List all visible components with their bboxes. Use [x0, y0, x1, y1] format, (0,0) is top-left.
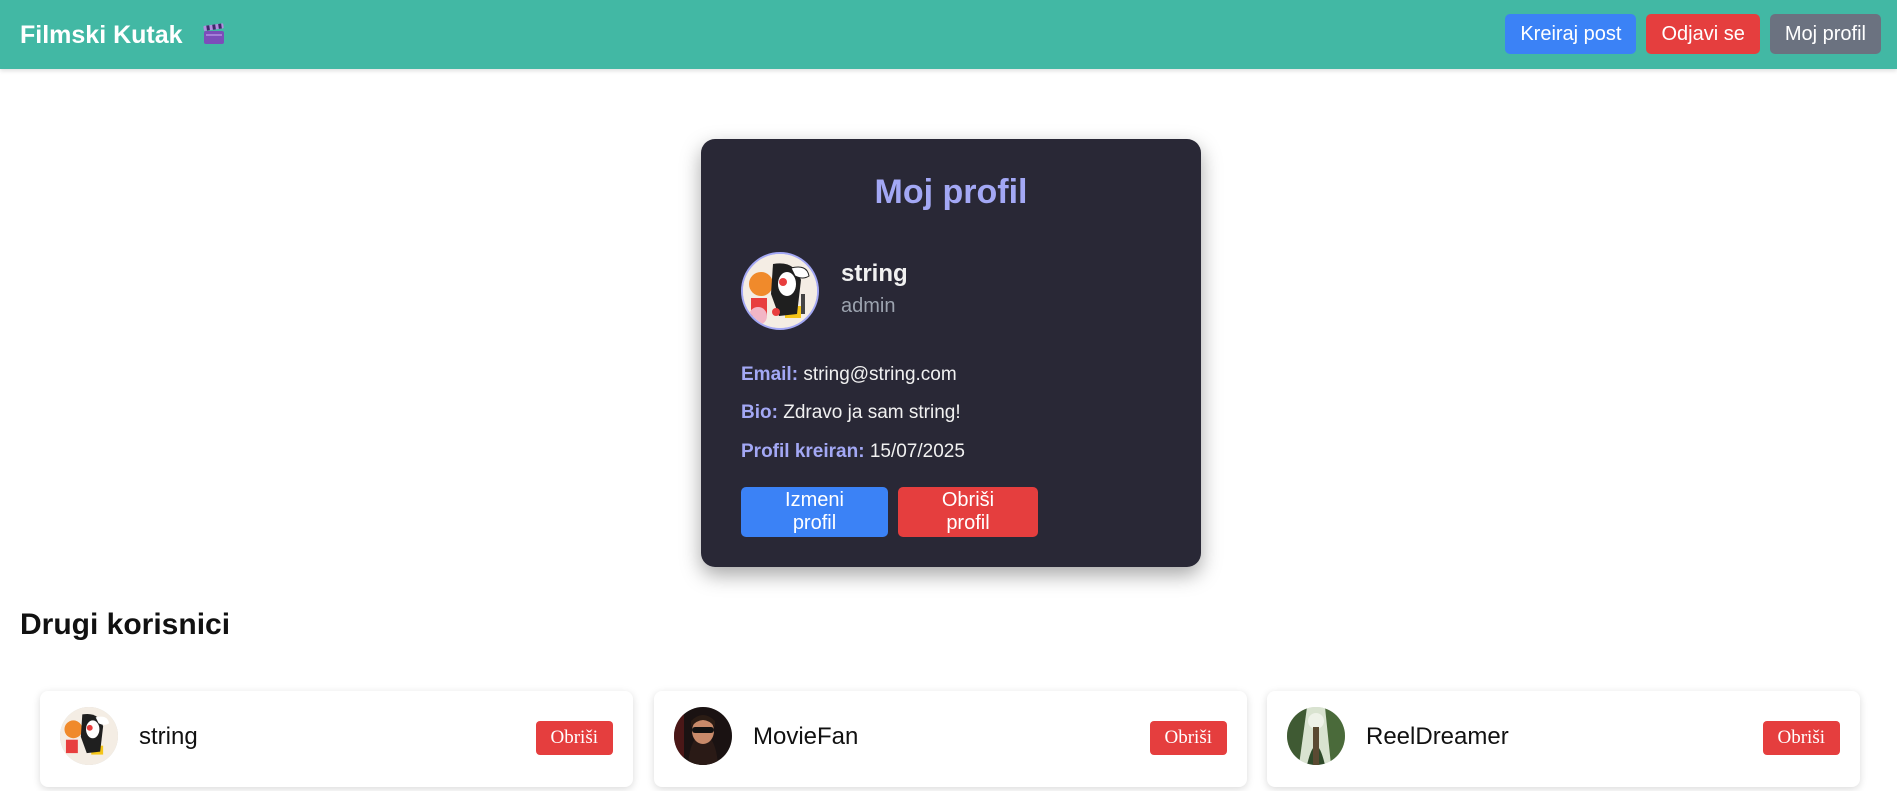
navbar: Filmski Kutak Kreiraj post Odjavi se Moj…	[0, 0, 1897, 69]
email-value: string@string.com	[803, 364, 957, 385]
edit-profile-button[interactable]: Izmeni profil	[741, 487, 888, 537]
user-card: string Obriši	[40, 691, 633, 787]
profile-email-row: Email: string@string.com	[741, 364, 957, 386]
user-avatar	[60, 707, 118, 765]
user-name[interactable]: ReelDreamer	[1366, 723, 1509, 751]
delete-profile-button[interactable]: Obriši profil	[898, 487, 1038, 537]
other-users-title: Drugi korisnici	[20, 608, 231, 641]
profile-created-row: Profil kreiran: 15/07/2025	[741, 441, 965, 463]
logout-button[interactable]: Odjavi se	[1646, 14, 1760, 54]
user-name[interactable]: string	[139, 723, 198, 751]
my-profile-button[interactable]: Moj profil	[1769, 14, 1881, 54]
user-avatar	[674, 707, 732, 765]
clapperboard-icon	[202, 22, 226, 46]
user-name[interactable]: MovieFan	[753, 723, 858, 751]
brand[interactable]: Filmski Kutak	[20, 20, 226, 50]
email-label: Email:	[741, 364, 799, 385]
create-post-button[interactable]: Kreiraj post	[1505, 14, 1637, 54]
profile-bio-row: Bio: Zdravo ja sam string!	[741, 402, 961, 424]
bio-label: Bio:	[741, 402, 778, 423]
user-avatar	[1287, 707, 1345, 765]
delete-user-button[interactable]: Obriši	[1149, 721, 1227, 755]
user-card: MovieFan Obriši	[654, 691, 1247, 787]
created-value: 15/07/2025	[869, 441, 965, 462]
profile-username: string	[841, 260, 908, 287]
bio-value: Zdravo ja sam string!	[783, 402, 961, 423]
delete-user-button[interactable]: Obriši	[1762, 721, 1840, 755]
delete-user-button[interactable]: Obriši	[535, 721, 613, 755]
profile-avatar	[741, 252, 819, 330]
user-card: ReelDreamer Obriši	[1267, 691, 1860, 787]
created-label: Profil kreiran:	[741, 441, 865, 462]
profile-title: Moj profil	[874, 173, 1028, 211]
profile-card: Moj profil string admin Email: string@st…	[701, 139, 1201, 567]
profile-role: admin	[841, 295, 896, 317]
brand-title: Filmski Kutak	[20, 21, 183, 49]
nav-buttons: Kreiraj post Odjavi se Moj profil	[1505, 14, 1881, 54]
